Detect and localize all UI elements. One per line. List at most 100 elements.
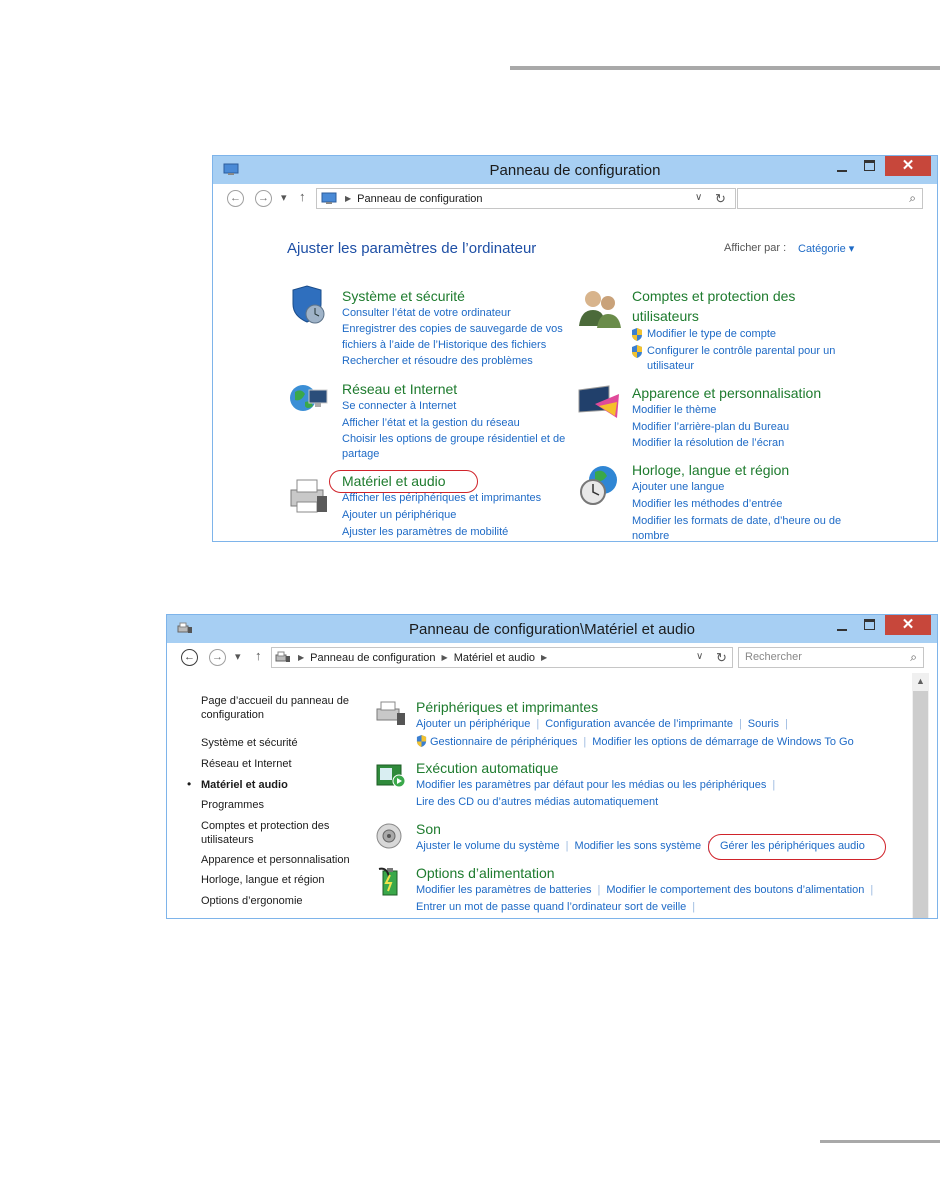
link-homegroup-options[interactable]: Choisir les options de groupe résidentie… <box>342 433 565 445</box>
sidebar-item-user-accounts[interactable]: Comptes et protection des <box>201 820 329 832</box>
link-separator: | <box>738 718 742 730</box>
section-autoplay[interactable]: Exécution automatique <box>416 760 558 776</box>
search-input[interactable]: ⌕ <box>737 188 923 209</box>
link-add-device[interactable]: Ajouter un périphérique <box>342 509 456 521</box>
uac-shield-icon <box>632 328 642 341</box>
sidebar-item-ease-of-access[interactable]: Options d’ergonomie <box>201 895 303 907</box>
forward-button[interactable]: → <box>255 190 272 207</box>
maximize-button[interactable] <box>857 156 883 176</box>
category-user-accounts-line2[interactable]: utilisateurs <box>632 308 699 324</box>
link-autoplay-cd[interactable]: Lire des CD ou d’autres médias automatiq… <box>416 796 658 808</box>
section-devices-printers[interactable]: Périphériques et imprimantes <box>416 699 598 715</box>
link-troubleshoot[interactable]: Rechercher et résoudre des problèmes <box>342 355 533 367</box>
link-file-history[interactable]: fichiers à l’aide de l’Historique des fi… <box>342 339 546 351</box>
search-icon[interactable]: ⌕ <box>910 650 917 665</box>
refresh-icon[interactable]: ↻ <box>716 650 727 666</box>
link-advanced-printer-setup[interactable]: Configuration avancée de l’imprimante <box>545 718 733 730</box>
link-device-manager[interactable]: Gestionnaire de périphériques <box>430 736 577 748</box>
back-button[interactable]: ← <box>227 190 244 207</box>
category-user-accounts[interactable]: Comptes et protection des <box>632 288 795 304</box>
category-appearance[interactable]: Apparence et personnalisation <box>632 385 821 401</box>
link-parental-control[interactable]: Configurer le contrôle parental pour un <box>647 345 835 357</box>
link-windows-to-go[interactable]: Modifier les options de démarrage de Win… <box>592 736 854 748</box>
up-arrow-icon[interactable]: ↑ <box>299 189 306 204</box>
section-power-options-line2: Entrer un mot de passe quand l’ordinateu… <box>416 901 701 913</box>
address-dropdown-icon[interactable]: ∨ <box>695 192 702 203</box>
scrollbar-thumb[interactable] <box>913 691 928 918</box>
link-devices-printers[interactable]: Afficher les périphériques et imprimante… <box>342 492 541 504</box>
category-system-security[interactable]: Système et sécurité <box>342 288 465 304</box>
search-icon[interactable]: ⌕ <box>909 191 916 206</box>
sidebar-item-programs[interactable]: Programmes <box>201 799 264 811</box>
sidebar-home-link[interactable]: Page d’accueil du panneau de <box>201 695 349 707</box>
sidebar-item-network-internet[interactable]: Réseau et Internet <box>201 758 292 770</box>
address-dropdown-icon[interactable]: ∨ <box>696 651 703 662</box>
link-homegroup-sharing[interactable]: partage <box>342 448 379 460</box>
uac-shield-icon <box>416 735 427 747</box>
link-backup-copies[interactable]: Enregistrer des copies de sauvegarde de … <box>342 323 563 335</box>
up-arrow-icon[interactable]: ↑ <box>255 648 262 663</box>
close-button[interactable]: ✕ <box>885 615 931 635</box>
scroll-up-arrow-icon[interactable]: ▲ <box>912 676 929 686</box>
back-button[interactable]: ← <box>181 649 198 666</box>
breadcrumb-control-panel[interactable]: Panneau de configuration <box>357 193 482 205</box>
link-change-background[interactable]: Modifier l’arrière-plan du Bureau <box>632 421 789 433</box>
link-connect-internet[interactable]: Se connecter à Internet <box>342 400 456 412</box>
link-password-on-wake[interactable]: Entrer un mot de passe quand l’ordinateu… <box>416 901 686 913</box>
section-power-options[interactable]: Options d’alimentation <box>416 865 555 881</box>
link-parental-control-user[interactable]: utilisateur <box>647 360 694 372</box>
autoplay-icon <box>376 764 406 788</box>
address-field[interactable]: ▶ Panneau de configuration ∨ ↻ <box>316 188 736 209</box>
category-hardware-sound[interactable]: Matériel et audio <box>342 473 446 489</box>
printer-speaker-icon <box>275 651 290 662</box>
vertical-scrollbar[interactable]: ▲ <box>912 673 929 918</box>
search-input[interactable]: Rechercher ⌕ <box>738 647 924 668</box>
link-change-theme[interactable]: Modifier le thème <box>632 404 716 416</box>
recent-pages-icon[interactable]: ▾ <box>235 650 241 663</box>
category-network-internet[interactable]: Réseau et Internet <box>342 381 457 397</box>
breadcrumb-hardware-sound[interactable]: Matériel et audio <box>454 652 535 664</box>
link-network-status[interactable]: Afficher l’état et la gestion du réseau <box>342 417 520 429</box>
link-power-buttons[interactable]: Modifier le comportement des boutons d’a… <box>606 884 864 896</box>
link-mobility-settings[interactable]: Ajuster les paramètres de mobilité <box>342 526 508 538</box>
breadcrumb-chevron-icon: ▶ <box>541 653 548 662</box>
link-change-account-type[interactable]: Modifier le type de compte <box>647 328 776 340</box>
search-placeholder: Rechercher <box>745 651 802 663</box>
category-clock-language-region[interactable]: Horloge, langue et région <box>632 462 789 478</box>
refresh-icon[interactable]: ↻ <box>715 191 726 207</box>
link-default-media-settings[interactable]: Modifier les paramètres par défaut pour … <box>416 779 766 791</box>
link-mouse[interactable]: Souris <box>748 718 779 730</box>
link-screen-resolution[interactable]: Modifier la résolution de l’écran <box>632 437 784 449</box>
sidebar-item-appearance[interactable]: Apparence et personnalisation <box>201 854 350 866</box>
recent-pages-icon[interactable]: ▾ <box>281 191 287 204</box>
forward-button[interactable]: → <box>209 649 226 666</box>
link-adjust-volume[interactable]: Ajuster le volume du système <box>416 840 560 852</box>
minimize-button[interactable] <box>829 615 855 635</box>
link-add-device[interactable]: Ajouter un périphérique <box>416 718 530 730</box>
section-sound[interactable]: Son <box>416 821 441 837</box>
sidebar-item-clock-language-region[interactable]: Horloge, langue et région <box>201 874 325 886</box>
view-by-label: Afficher par : <box>724 242 787 254</box>
display-icon <box>578 385 619 418</box>
link-battery-settings[interactable]: Modifier les paramètres de batteries <box>416 884 591 896</box>
link-date-formats-number[interactable]: nombre <box>632 530 669 541</box>
close-button[interactable]: ✕ <box>885 156 931 176</box>
address-field[interactable]: ▶ Panneau de configuration ▶ Matériel et au… <box>271 647 733 668</box>
top-page-rule <box>510 66 940 70</box>
link-add-language[interactable]: Ajouter une langue <box>632 481 724 493</box>
section-autoplay-line1: Modifier les paramètres par défaut pour … <box>416 779 781 791</box>
link-separator: | <box>870 884 874 896</box>
minimize-button[interactable] <box>829 156 855 176</box>
link-change-system-sounds[interactable]: Modifier les sons système <box>575 840 702 852</box>
link-input-methods[interactable]: Modifier les méthodes d’entrée <box>632 498 782 510</box>
sidebar-home-link-line2[interactable]: configuration <box>201 709 264 721</box>
maximize-button[interactable] <box>857 615 883 635</box>
link-check-computer-status[interactable]: Consulter l’état de votre ordinateur <box>342 307 511 319</box>
sidebar-item-hardware-sound[interactable]: Matériel et audio <box>201 779 288 791</box>
section-devices-printers-line1: Ajouter un périphérique | Configuration av… <box>416 718 794 730</box>
breadcrumb-control-panel[interactable]: Panneau de configuration <box>310 652 435 664</box>
view-by-dropdown[interactable]: Catégorie ▾ <box>798 242 854 255</box>
link-date-formats[interactable]: Modifier les formats de date, d’heure ou… <box>632 515 841 527</box>
sidebar-item-system-security[interactable]: Système et sécurité <box>201 737 298 749</box>
sidebar-item-user-accounts-line2[interactable]: utilisateurs <box>201 834 254 846</box>
